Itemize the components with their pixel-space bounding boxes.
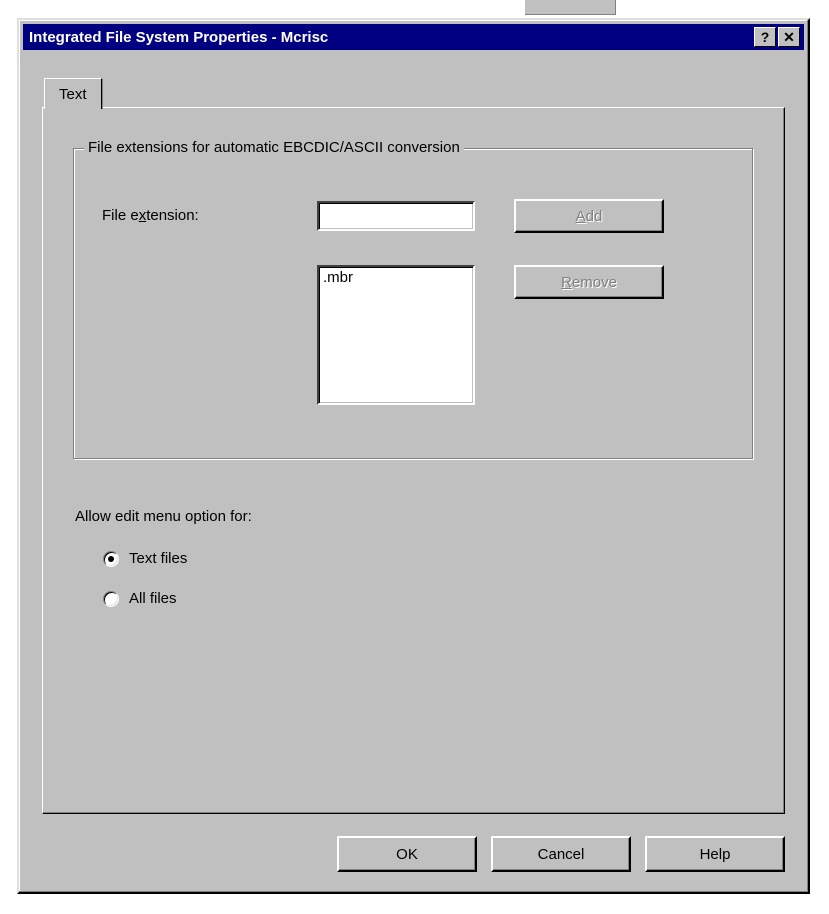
radio-icon	[103, 551, 119, 567]
list-item[interactable]: .mbr	[323, 269, 469, 286]
dialog-button-row: OK Cancel Help	[337, 836, 785, 872]
help-icon: ?	[761, 30, 770, 44]
window-title: Integrated File System Properties - Mcri…	[29, 29, 752, 46]
radio-text-files[interactable]: Text files	[103, 550, 187, 567]
file-extension-input[interactable]	[317, 201, 475, 231]
help-button-bottom[interactable]: Help	[645, 836, 785, 872]
ok-button[interactable]: OK	[337, 836, 477, 872]
cancel-button[interactable]: Cancel	[491, 836, 631, 872]
radio-label: All files	[129, 590, 177, 607]
help-button[interactable]: ?	[754, 27, 776, 47]
extensions-listbox[interactable]: .mbr	[317, 265, 475, 405]
groupbox-legend: File extensions for automatic EBCDIC/ASC…	[84, 139, 464, 156]
close-icon: ✕	[783, 30, 795, 44]
close-button[interactable]: ✕	[778, 27, 800, 47]
radio-all-files[interactable]: All files	[103, 590, 177, 607]
tab-text[interactable]: Text	[44, 78, 102, 109]
add-button[interactable]: Add	[514, 199, 664, 233]
radio-dot-icon	[108, 556, 114, 562]
background-window-fragment	[525, 0, 616, 15]
tab-panel: File extensions for automatic EBCDIC/ASC…	[42, 107, 785, 814]
remove-button[interactable]: Remove	[514, 265, 664, 299]
allow-edit-label: Allow edit menu option for:	[75, 508, 252, 525]
tab-label: Text	[59, 86, 87, 103]
properties-dialog: Integrated File System Properties - Mcri…	[17, 18, 810, 894]
tab-container: Text File extensions for automatic EBCDI…	[42, 78, 785, 814]
radio-label: Text files	[129, 550, 187, 567]
extensions-groupbox: File extensions for automatic EBCDIC/ASC…	[73, 148, 754, 460]
radio-icon	[103, 591, 119, 607]
file-extension-label: File extension:	[102, 207, 199, 224]
titlebar: Integrated File System Properties - Mcri…	[23, 24, 804, 50]
